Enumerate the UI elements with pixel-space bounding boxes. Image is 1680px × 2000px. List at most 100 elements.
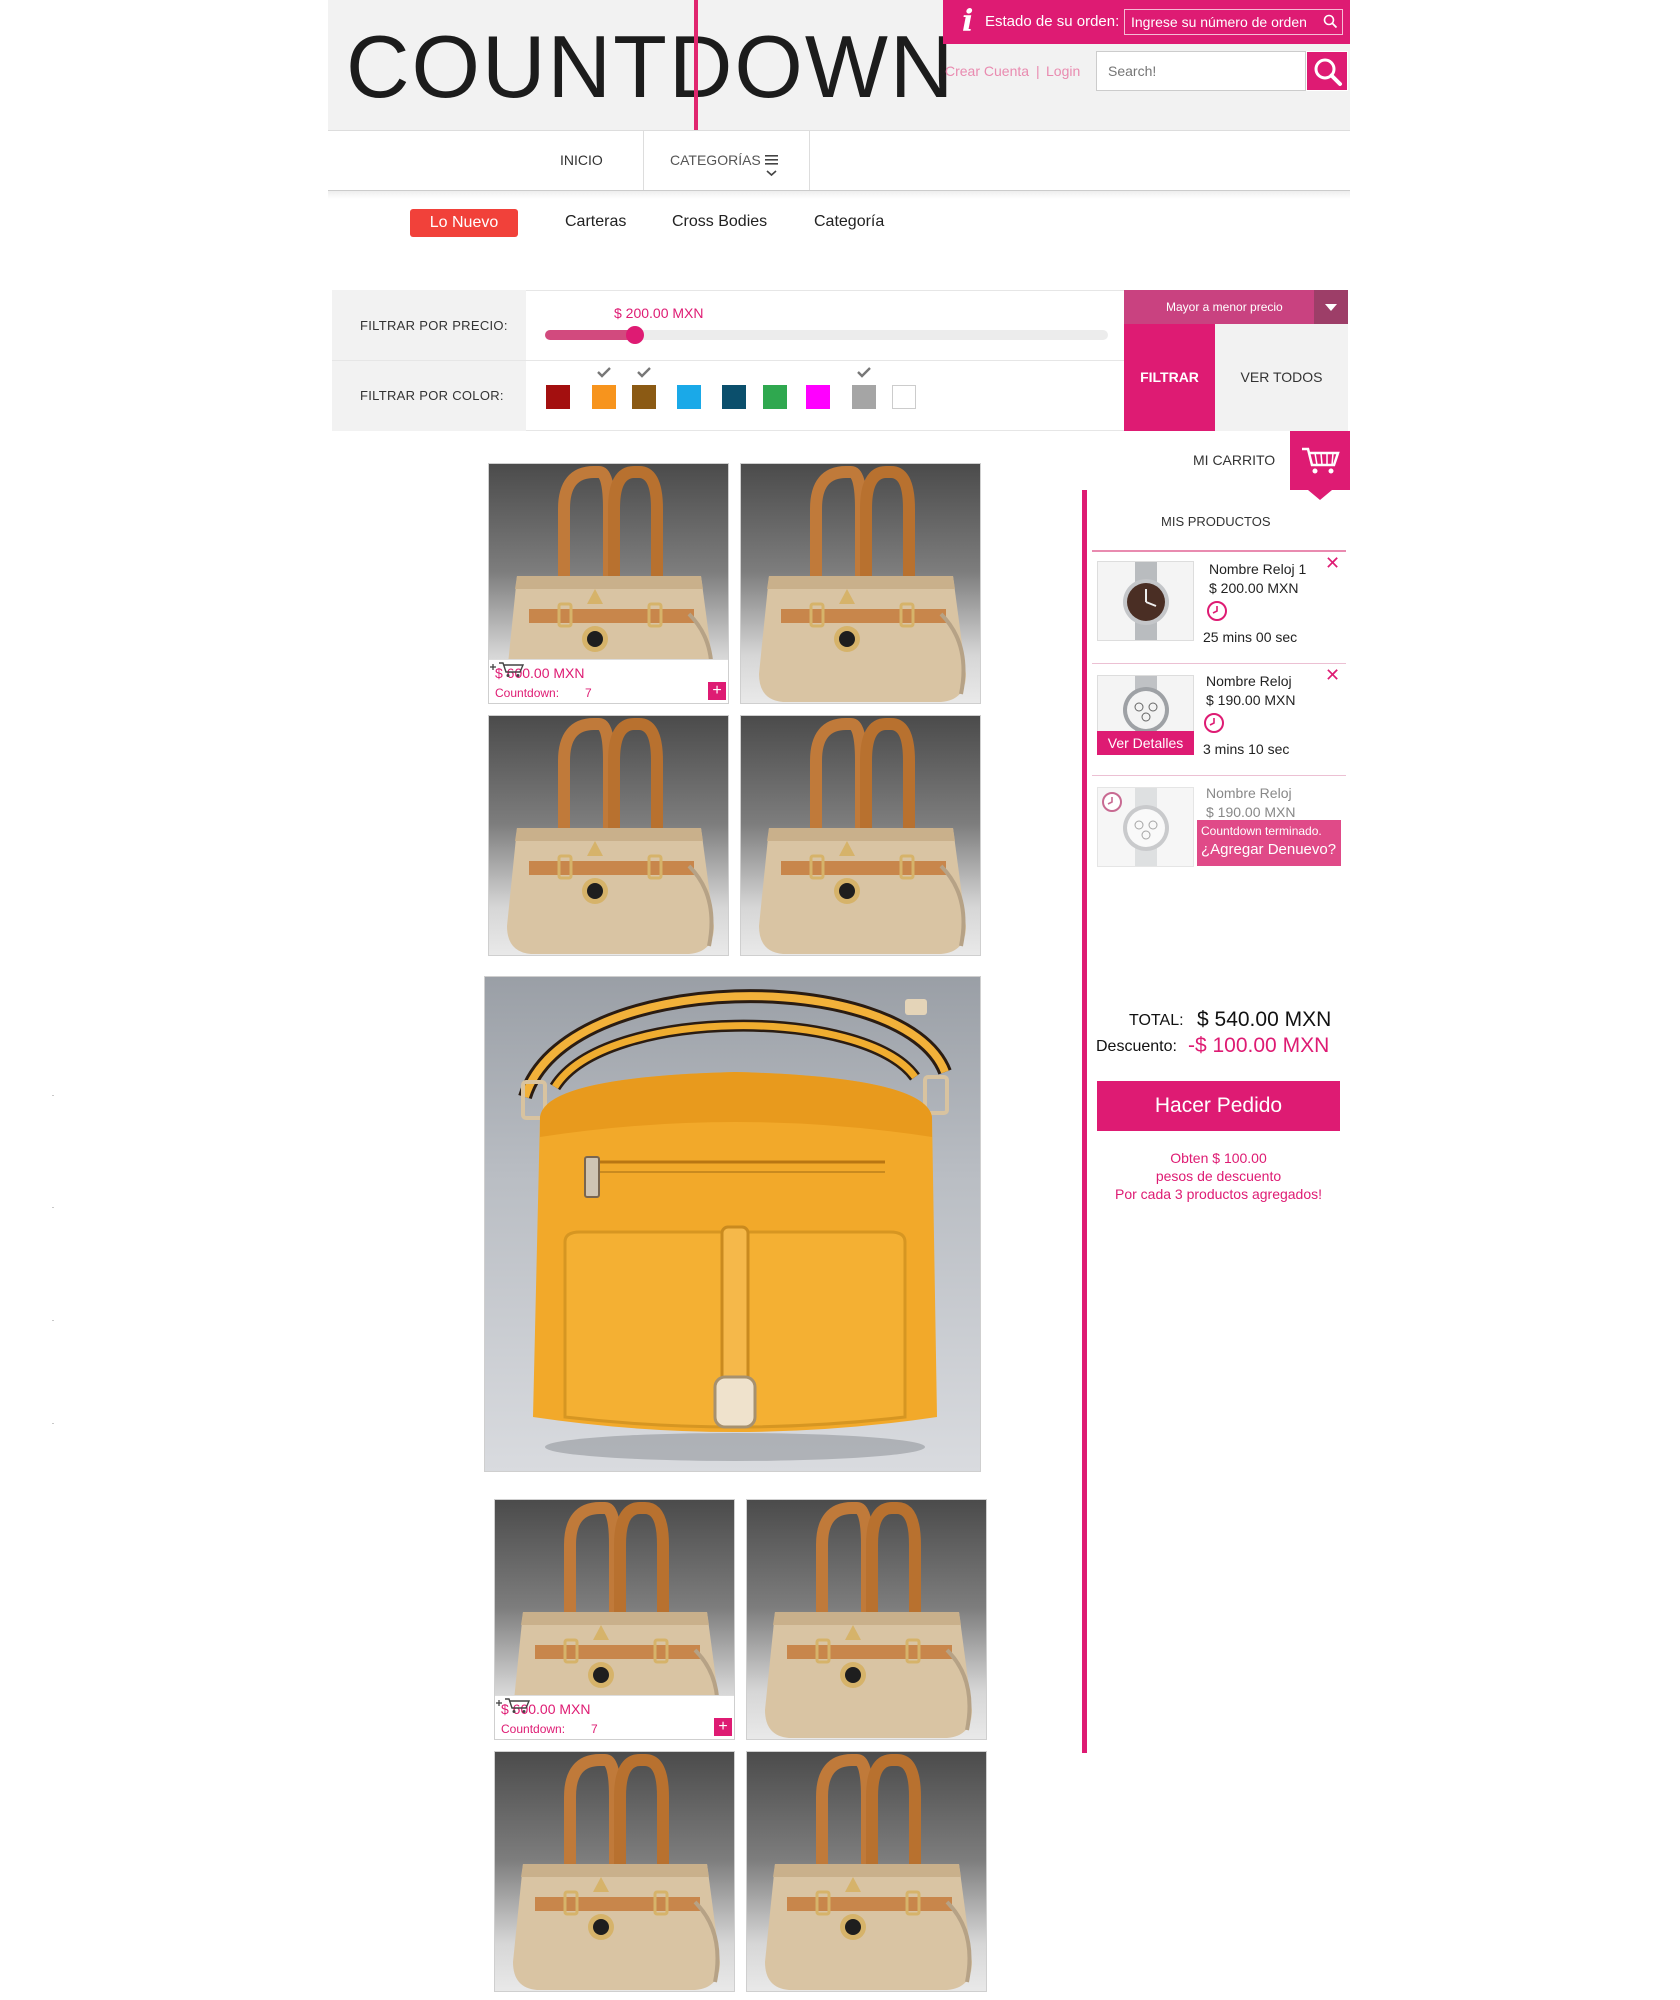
nav-divider [809,130,810,190]
view-all-button[interactable]: VER TODOS [1215,324,1348,431]
color-swatch[interactable] [592,385,616,409]
cart-toggle[interactable] [1290,431,1350,490]
countdown-label: Countdown: [495,686,560,700]
check-icon [637,367,651,378]
color-filter-label: FILTRAR POR COLOR: [360,388,504,403]
cart-pointer [1308,490,1332,500]
nav-categories[interactable]: CATEGORÍAS [670,152,761,168]
handbag-image [513,1754,720,1990]
check-icon [857,367,871,378]
cart-side-line [1082,490,1087,1753]
subnav-item-cross-bodies[interactable]: Cross Bodies [672,213,767,231]
subnav-item-categoria[interactable]: Categoría [814,213,884,231]
product-card[interactable] [488,715,729,956]
promo-line: Obten $ 100.00 [1170,1150,1267,1166]
place-order-button[interactable]: Hacer Pedido [1097,1081,1340,1131]
handbag-image [759,466,966,702]
add-to-cart-icon[interactable] [489,660,525,678]
color-swatch[interactable] [892,385,916,409]
decorative-speck [52,1095,54,1096]
add-to-cart-icon[interactable] [495,1696,531,1714]
countdown-value: 7 [591,1722,598,1736]
countdown-value: 7 [585,686,592,700]
create-account-link[interactable]: Crear Cuenta [945,63,1029,79]
watch-image [1123,562,1169,640]
discount-value: -$ 100.00 MXN [1188,1034,1330,1057]
color-swatch[interactable] [722,385,746,409]
clock-icon [1207,601,1227,621]
nav-divider [643,130,644,190]
color-swatch[interactable] [806,385,830,409]
view-details-button[interactable]: Ver Detalles [1097,731,1194,755]
decorative-speck [52,1207,54,1208]
sort-dropdown-toggle[interactable] [1314,290,1348,324]
cart-item-name: Nombre Reloj [1206,785,1292,801]
cart-item-name: Nombre Reloj 1 [1209,561,1307,577]
logo[interactable]: COUNTDOWN [346,22,955,112]
cart-item-name: Nombre Reloj [1206,673,1292,689]
caret-down-icon [1325,304,1337,311]
link-separator: | [1036,63,1040,79]
cart-item-time-left: 25 mins 00 sec [1203,629,1298,645]
shopping-cart-icon [1302,447,1340,474]
color-swatch[interactable] [546,385,570,409]
decorative-speck [52,1320,54,1321]
countdown-label: Countdown: [501,1722,566,1736]
countdown-ended-label: Countdown terminado. [1201,824,1322,838]
yellow-crossbody-bag-image [518,989,952,1461]
featured-product-image[interactable] [484,976,981,1472]
filter-button[interactable]: FILTRAR [1124,324,1215,431]
logo-accent-line [694,0,698,130]
nav-home[interactable]: INICIO [560,152,603,168]
cart-item-price: $ 190.00 MXN [1206,692,1296,708]
product-card[interactable]: $ 600.00 MXN Countdown: 7 + [494,1499,735,1740]
menu-chevron-icon[interactable] [764,154,780,180]
decorative-speck [52,1423,54,1424]
login-link[interactable]: Login [1046,63,1080,79]
subnav-item-lo-nuevo[interactable]: Lo Nuevo [410,209,518,237]
price-slider-handle[interactable] [626,326,644,344]
cart-title: MI CARRITO [1193,452,1276,468]
color-swatch[interactable] [852,385,876,409]
sort-dropdown-label: Mayor a menor precio [1166,300,1283,314]
price-slider-fill [545,330,635,340]
handbag-image [765,1502,972,1738]
cart-section-title: MIS PRODUCTOS [1161,514,1271,529]
product-card[interactable] [740,715,981,956]
handbag-image [507,718,714,954]
product-card[interactable] [746,1499,987,1740]
plus-icon[interactable]: + [714,1718,732,1736]
product-card[interactable]: $ 600.00 MXN Countdown: 7 + [488,463,729,704]
product-card[interactable] [494,1751,735,1992]
search-input[interactable] [1100,53,1300,89]
subnav-item-carteras[interactable]: Carteras [565,213,626,231]
handbag-image [759,718,966,954]
order-status-label: Estado de su orden: [985,13,1120,30]
plus-icon[interactable]: + [708,682,726,700]
search-button[interactable] [1306,51,1348,91]
color-swatch[interactable] [677,385,701,409]
close-icon[interactable]: ✕ [1325,665,1340,686]
nav-divider [328,130,1350,131]
total-value: $ 540.00 MXN [1197,1008,1332,1031]
add-again-label[interactable]: ¿Agregar Denuevo? [1201,841,1336,858]
order-number-input[interactable] [1124,9,1343,35]
handbag-image [765,1754,972,1990]
check-icon [597,367,611,378]
cart-item-thumbnail[interactable] [1097,561,1194,641]
close-icon[interactable]: ✕ [1325,553,1340,574]
price-filter-value: $ 200.00 MXN [614,305,704,321]
product-card[interactable] [740,463,981,704]
total-label: TOTAL: [1129,1012,1184,1029]
search-icon[interactable] [1322,13,1340,31]
cart-divider [1092,663,1346,664]
cart-divider [1092,550,1346,552]
nav-shadow [328,191,1350,199]
color-swatch[interactable] [632,385,656,409]
color-swatch[interactable] [763,385,787,409]
product-info: $ 600.00 MXN Countdown: 7 + [489,659,728,703]
product-info: $ 600.00 MXN Countdown: 7 + [495,1695,734,1739]
promo-line: Por cada 3 productos agregados! [1114,1186,1323,1202]
product-card[interactable] [746,1751,987,1992]
clock-icon [1102,792,1122,812]
